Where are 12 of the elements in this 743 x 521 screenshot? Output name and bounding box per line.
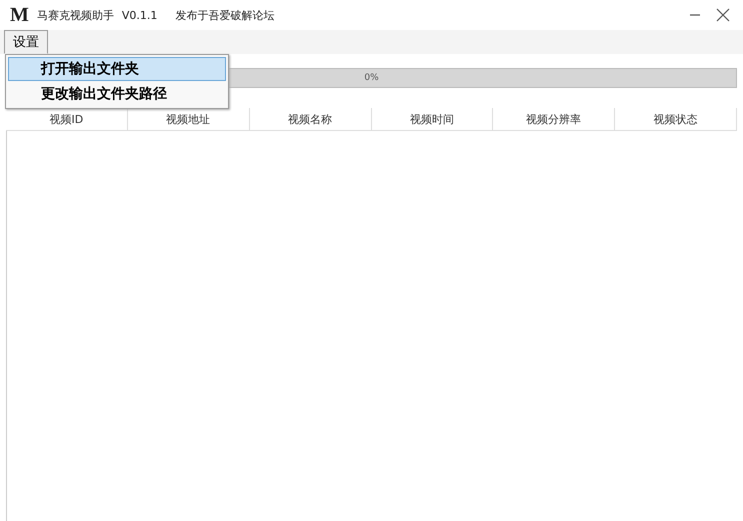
window-title: 马赛克视频助手: [36, 8, 114, 22]
menu-item[interactable]: 打开输出文件夹: [8, 57, 226, 81]
column-header[interactable]: 视频名称: [250, 108, 372, 130]
column-header[interactable]: 视频时间: [372, 108, 494, 130]
settings-menu[interactable]: 设置: [4, 30, 48, 54]
version-label: V0.1.1: [122, 8, 158, 22]
app-logo: M: [10, 4, 29, 26]
column-header[interactable]: 视频分辨率: [493, 108, 616, 130]
subtitle: 发布于吾爱破解论坛: [175, 8, 274, 22]
menu-item[interactable]: 更改输出文件夹路径: [8, 82, 226, 106]
column-header[interactable]: 视频状态: [615, 108, 737, 130]
progress-text: 0%: [364, 73, 379, 83]
